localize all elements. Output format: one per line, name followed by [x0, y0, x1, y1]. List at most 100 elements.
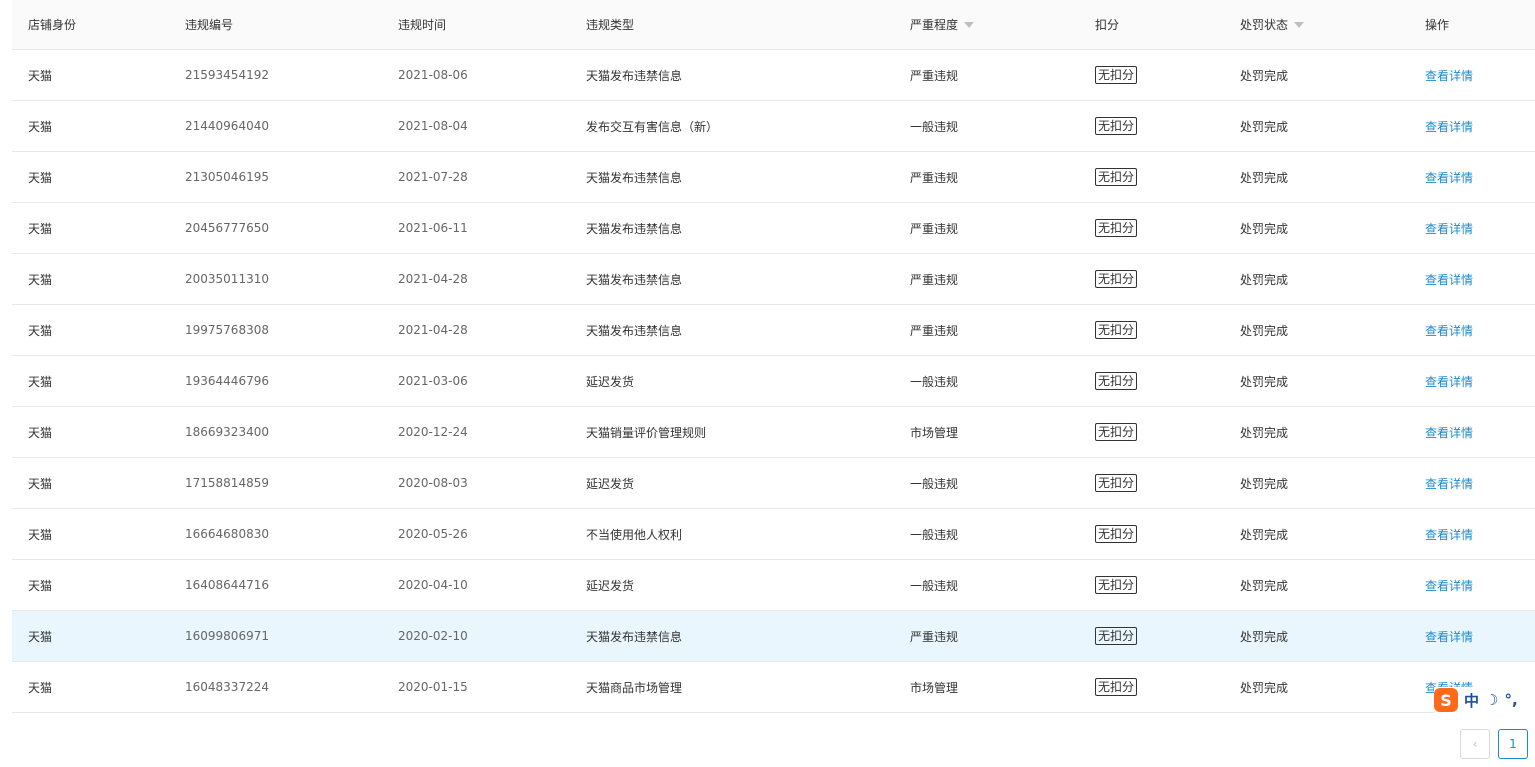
cell-violation-time-cell: 2021-04-28	[398, 272, 586, 286]
cell-penalty-status: 处罚完成	[1240, 170, 1289, 185]
cell-violation-time: 2020-12-24	[398, 425, 468, 439]
severity-filter-icon[interactable]	[964, 21, 975, 28]
view-details-link[interactable]: 查看详情	[1425, 579, 1473, 593]
view-details-link[interactable]: 查看详情	[1425, 375, 1473, 389]
view-details-link-cell: 查看详情	[1425, 220, 1535, 237]
table-row: 天猫 16099806971 2020-02-10 天猫发布违禁信息 严重违规 无扣分 处罚…	[12, 611, 1535, 662]
cell-severity-cell: 严重违规	[910, 322, 1095, 339]
cell-violation-time: 2021-08-06	[398, 68, 468, 82]
cell-deduction-cell: 无扣分	[1095, 423, 1240, 441]
cell-severity: 一般违规	[910, 374, 959, 389]
cell-violation-time: 2020-05-26	[398, 527, 468, 541]
moon-icon[interactable]: ☽	[1485, 691, 1498, 709]
cell-shop-identity: 天猫	[28, 68, 53, 83]
cell-violation-time: 2021-07-28	[398, 170, 468, 184]
cell-violation-no-cell: 17158814859	[185, 476, 398, 490]
violation-records-page: 店铺身份 违规编号 违规时间 违规类型 严重程度 扣分 处罚状态 操作 天猫 21…	[0, 0, 1535, 767]
cell-severity-cell: 严重违规	[910, 628, 1095, 645]
cell-violation-no-cell: 21593454192	[185, 68, 398, 82]
cell-deduction-cell: 无扣分	[1095, 117, 1240, 135]
cell-violation-no: 16664680830	[185, 527, 269, 541]
status-filter-icon[interactable]	[1294, 21, 1305, 28]
cell-severity: 市场管理	[910, 425, 959, 440]
cell-violation-no-cell: 16664680830	[185, 527, 398, 541]
cell-violation-time: 2020-02-10	[398, 629, 468, 643]
cell-severity-cell: 严重违规	[910, 220, 1095, 237]
view-details-link-cell: 查看详情	[1425, 475, 1535, 492]
view-details-link[interactable]: 查看详情	[1425, 69, 1473, 83]
view-details-link[interactable]: 查看详情	[1425, 171, 1473, 185]
table-row: 天猫 16048337224 2020-01-15 天猫商品市场管理 市场管理 无扣分 处罚…	[12, 662, 1535, 713]
view-details-link-cell: 查看详情	[1425, 67, 1535, 84]
cell-violation-no-cell: 16099806971	[185, 629, 398, 643]
view-details-link[interactable]: 查看详情	[1425, 528, 1473, 542]
cell-violation-time: 2020-08-03	[398, 476, 468, 490]
view-details-link[interactable]: 查看详情	[1425, 477, 1473, 491]
header-deduction: 扣分	[1095, 18, 1120, 32]
cell-shop-identity: 天猫	[28, 374, 53, 389]
cell-severity-cell: 一般违规	[910, 118, 1095, 135]
sogou-logo-icon[interactable]: S	[1434, 688, 1458, 712]
violation-table: 店铺身份 违规编号 违规时间 违规类型 严重程度 扣分 处罚状态 操作 天猫 21…	[12, 0, 1535, 713]
cell-penalty-status-cell: 处罚完成	[1240, 118, 1425, 135]
deduction-tag: 无扣分	[1095, 678, 1138, 696]
cell-severity: 一般违规	[910, 578, 959, 593]
cell-deduction-cell: 无扣分	[1095, 525, 1240, 543]
table-row: 天猫 21305046195 2021-07-28 天猫发布违禁信息 严重违规 无扣分 处罚…	[12, 152, 1535, 203]
cell-severity-cell: 一般违规	[910, 373, 1095, 390]
view-details-link[interactable]: 查看详情	[1425, 273, 1473, 287]
deduction-tag: 无扣分	[1095, 372, 1138, 390]
header-action: 操作	[1425, 18, 1450, 32]
cell-violation-time: 2021-04-28	[398, 323, 468, 337]
view-details-link-cell: 查看详情	[1425, 322, 1535, 339]
view-details-link[interactable]: 查看详情	[1425, 120, 1473, 134]
cell-penalty-status: 处罚完成	[1240, 629, 1289, 644]
prev-page-button[interactable]: ‹	[1460, 729, 1490, 759]
table-row: 天猫 21593454192 2021-08-06 天猫发布违禁信息 严重违规 无扣分 处罚…	[12, 50, 1535, 101]
cell-severity-cell: 一般违规	[910, 577, 1095, 594]
cell-penalty-status-cell: 处罚完成	[1240, 526, 1425, 543]
deduction-tag: 无扣分	[1095, 576, 1138, 594]
ime-mode-label[interactable]: 中	[1464, 690, 1479, 711]
cell-penalty-status-cell: 处罚完成	[1240, 475, 1425, 492]
punctuation-icon[interactable]: °,	[1504, 691, 1517, 709]
cell-deduction-cell: 无扣分	[1095, 576, 1240, 594]
cell-shop-identity: 天猫	[28, 527, 53, 542]
cell-violation-no-cell: 20456777650	[185, 221, 398, 235]
ime-toolbar[interactable]: S 中 ☽ °,	[1434, 687, 1535, 713]
cell-penalty-status: 处罚完成	[1240, 272, 1289, 287]
cell-violation-time-cell: 2021-06-11	[398, 221, 586, 235]
view-details-link[interactable]: 查看详情	[1425, 324, 1473, 338]
cell-violation-type-cell: 天猫发布违禁信息	[586, 628, 910, 645]
page-1-button[interactable]: 1	[1498, 729, 1528, 759]
cell-penalty-status-cell: 处罚完成	[1240, 373, 1425, 390]
table-body: 天猫 21593454192 2021-08-06 天猫发布违禁信息 严重违规 无扣分 处罚…	[12, 50, 1535, 713]
deduction-tag: 无扣分	[1095, 321, 1138, 339]
view-details-link[interactable]: 查看详情	[1425, 630, 1473, 644]
cell-violation-type-cell: 天猫商品市场管理	[586, 679, 910, 696]
cell-severity: 严重违规	[910, 170, 959, 185]
cell-penalty-status-cell: 处罚完成	[1240, 67, 1425, 84]
view-details-link[interactable]: 查看详情	[1425, 222, 1473, 236]
deduction-tag: 无扣分	[1095, 627, 1138, 645]
cell-deduction-cell: 无扣分	[1095, 627, 1240, 645]
cell-shop-identity-cell: 天猫	[12, 118, 185, 135]
cell-violation-time: 2021-06-11	[398, 221, 468, 235]
cell-shop-identity: 天猫	[28, 476, 53, 491]
cell-severity: 严重违规	[910, 323, 959, 338]
cell-shop-identity-cell: 天猫	[12, 322, 185, 339]
cell-violation-time-cell: 2020-04-10	[398, 578, 586, 592]
table-row: 天猫 20035011310 2021-04-28 天猫发布违禁信息 严重违规 无扣分 处罚…	[12, 254, 1535, 305]
cell-shop-identity-cell: 天猫	[12, 526, 185, 543]
cell-violation-time: 2020-01-15	[398, 680, 468, 694]
cell-violation-type-cell: 延迟发货	[586, 577, 910, 594]
deduction-tag: 无扣分	[1095, 423, 1138, 441]
header-severity-label: 严重程度	[910, 18, 959, 32]
deduction-tag: 无扣分	[1095, 474, 1138, 492]
cell-severity: 一般违规	[910, 476, 959, 491]
view-details-link[interactable]: 查看详情	[1425, 426, 1473, 440]
cell-shop-identity-cell: 天猫	[12, 220, 185, 237]
cell-violation-no: 20456777650	[185, 221, 269, 235]
cell-penalty-status-cell: 处罚完成	[1240, 424, 1425, 441]
cell-penalty-status: 处罚完成	[1240, 119, 1289, 134]
